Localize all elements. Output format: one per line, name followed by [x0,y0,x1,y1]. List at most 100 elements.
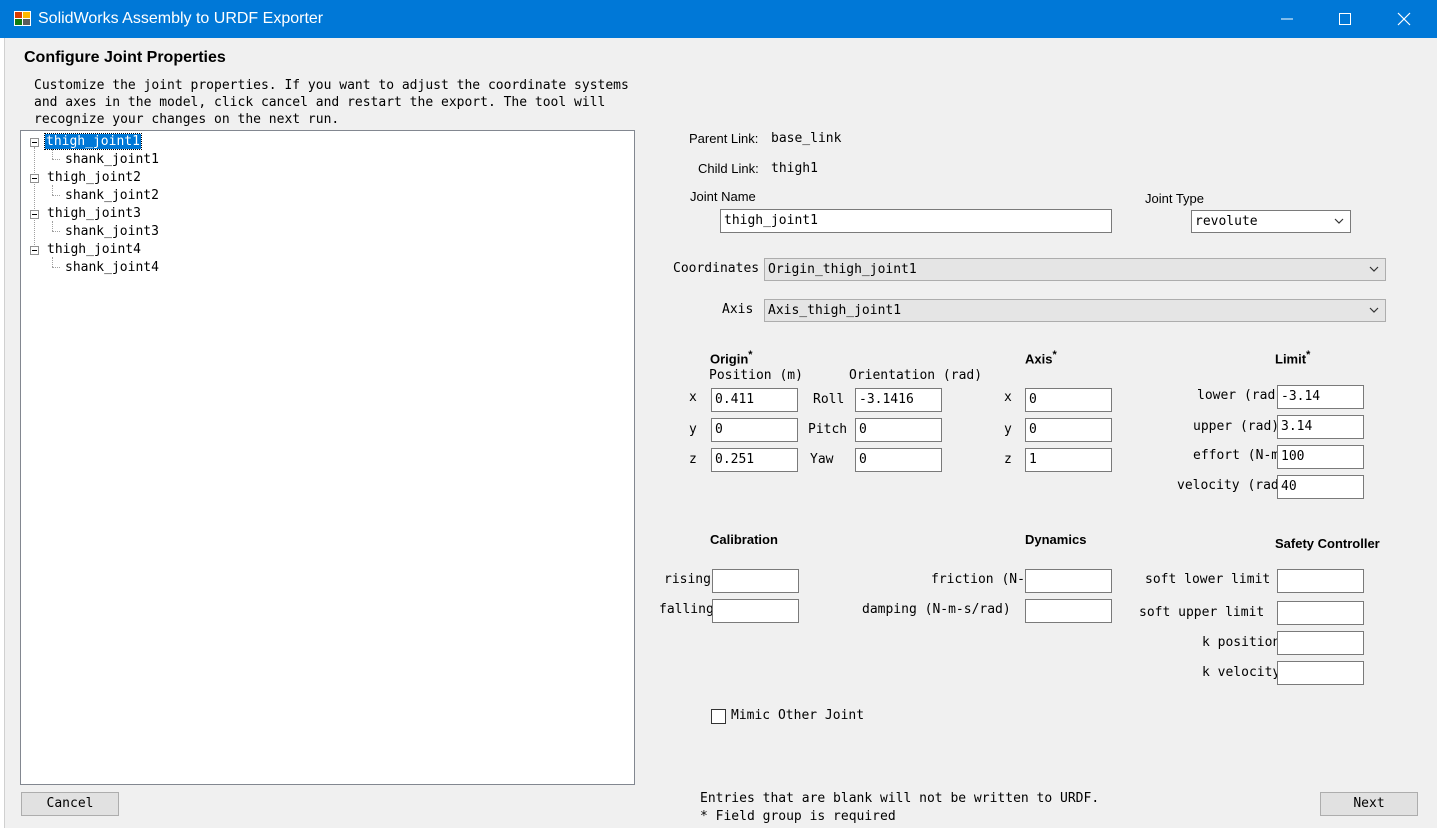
window-title: SolidWorks Assembly to URDF Exporter [38,10,324,27]
orientation-label: Orientation (rad) [849,368,983,383]
limit-lower-input[interactable]: -3.14 [1277,385,1364,409]
tree-item-shank-joint1[interactable]: shank_joint1 [65,152,159,168]
axis-title: Axis* [1025,349,1057,366]
maximize-icon [1339,13,1351,25]
k-velocity-label: k velocity [1202,665,1277,680]
tree-item-shank-joint3[interactable]: shank_joint3 [65,224,159,240]
origin-y-label: y [689,422,697,437]
safety-controller-title: Safety Controller [1275,536,1380,551]
page-description: Customize the joint properties. If you w… [34,78,629,127]
collapse-icon[interactable] [30,138,39,147]
origin-title: Origin* [710,349,753,366]
origin-z-label: z [689,452,697,467]
limit-lower-label: lower (rad) [1197,388,1277,403]
tree-item-shank-joint4[interactable]: shank_joint4 [65,260,159,276]
joint-name-input[interactable]: thigh_joint1 [720,209,1112,233]
required-mark: * [1306,349,1311,361]
tree-item-thigh-joint3[interactable]: thigh_joint3 [47,206,141,222]
chevron-down-icon [1369,266,1379,272]
position-label: Position (m) [709,368,803,383]
soft-upper-label: soft upper limit [1139,605,1265,620]
axis-title-text: Axis [1025,351,1053,367]
limit-title-text: Limit [1275,351,1307,367]
title-bar: SolidWorks Assembly to URDF Exporter [0,0,1437,38]
axis-z-input[interactable]: 1 [1025,448,1112,472]
axis-z-label: z [1004,452,1012,467]
limit-velocity-label: velocity (rad/s) [1177,478,1277,493]
minimize-icon [1281,18,1293,20]
axis-x-input[interactable]: 0 [1025,388,1112,412]
soft-lower-label: soft lower limit [1145,572,1271,587]
close-button[interactable] [1375,0,1433,38]
axis-y-label: y [1004,422,1012,437]
collapse-icon[interactable] [30,246,39,255]
parent-link-value: base_link [771,131,842,146]
calibration-title: Calibration [710,532,778,547]
soft-upper-input[interactable] [1277,601,1364,625]
child-link-value: thigh1 [771,161,818,176]
maximize-button[interactable] [1316,0,1374,38]
tree-item-shank-joint2[interactable]: shank_joint2 [65,188,159,204]
limit-effort-input[interactable]: 100 [1277,445,1364,469]
tree-connector [52,149,53,159]
axis-select[interactable]: Axis_thigh_joint1 [764,299,1386,322]
pitch-input[interactable]: 0 [855,418,942,442]
minimize-button[interactable] [1258,0,1316,38]
limit-effort-label: effort (N-m) [1193,448,1277,463]
joint-type-select[interactable]: revolute [1191,210,1351,233]
tree-connector [52,195,60,196]
limit-upper-input[interactable]: 3.14 [1277,415,1364,439]
chevron-down-icon [1369,307,1379,313]
origin-x-label: x [689,390,697,405]
next-button[interactable]: Next [1320,792,1418,816]
rising-input[interactable] [712,569,799,593]
axis-y-input[interactable]: 0 [1025,418,1112,442]
limit-velocity-input[interactable]: 40 [1277,475,1364,499]
soft-lower-input[interactable] [1277,569,1364,593]
mimic-checkbox[interactable] [711,709,726,724]
k-position-input[interactable] [1277,631,1364,655]
tree-item-thigh-joint4[interactable]: thigh_joint4 [47,242,141,258]
friction-input[interactable] [1025,569,1112,593]
tree-connector [34,147,35,251]
tree-connector [52,185,53,195]
close-icon [1397,12,1411,26]
app-icon [14,11,31,26]
k-velocity-input[interactable] [1277,661,1364,685]
collapse-icon[interactable] [30,174,39,183]
origin-z-input[interactable]: 0.251 [711,448,798,472]
coordinates-select[interactable]: Origin_thigh_joint1 [764,258,1386,281]
tree-connector [52,221,53,231]
dynamics-title: Dynamics [1025,532,1087,547]
parent-link-label: Parent Link: [689,131,759,146]
limit-title: Limit* [1275,349,1310,366]
tree-item-thigh-joint1[interactable]: thigh_joint1 [44,133,142,150]
coordinates-label: Coordinates [673,261,760,276]
origin-y-input[interactable]: 0 [711,418,798,442]
collapse-icon[interactable] [30,210,39,219]
tree-item-thigh-joint2[interactable]: thigh_joint2 [47,170,141,186]
mimic-label[interactable]: Mimic Other Joint [731,708,864,723]
required-mark: * [748,349,753,361]
origin-x-input[interactable]: 0.411 [711,388,798,412]
cancel-button[interactable]: Cancel [21,792,119,816]
required-mark: * [1052,349,1057,361]
yaw-input[interactable]: 0 [855,448,942,472]
child-link-label: Child Link: [698,161,759,176]
damping-input[interactable] [1025,599,1112,623]
falling-input[interactable] [712,599,799,623]
damping-label: damping (N-m-s/rad) [862,602,1011,617]
coordinates-value: Origin_thigh_joint1 [768,262,917,277]
origin-title-text: Origin [710,351,749,367]
falling-label: falling [659,602,714,617]
tree-connector [52,257,53,267]
joint-type-value: revolute [1195,214,1258,229]
axis-select-value: Axis_thigh_joint1 [768,303,902,318]
joint-tree[interactable]: thigh_joint1 shank_joint1 thigh_joint2 s… [20,130,635,785]
tree-connector [52,159,60,160]
axis-select-label: Axis [722,302,754,317]
roll-input[interactable]: -3.1416 [855,388,942,412]
pitch-label: Pitch [808,422,848,437]
k-position-label: k position [1202,635,1277,650]
friction-label: friction (N-m) [931,572,1025,587]
